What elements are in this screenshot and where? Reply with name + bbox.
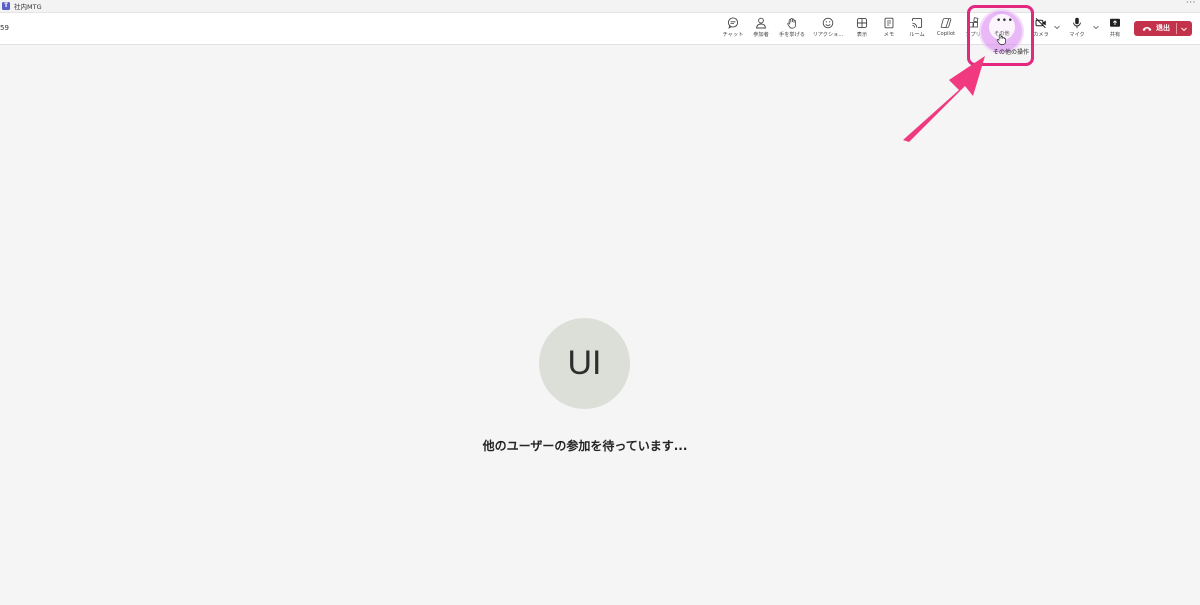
copilot-icon — [940, 18, 952, 28]
react-button[interactable]: リアクショ... — [810, 17, 846, 41]
smiley-icon — [822, 17, 834, 29]
people-label: 参加者 — [753, 32, 769, 38]
leave-button[interactable]: 退出 — [1134, 21, 1192, 36]
camera-button[interactable]: カメラ — [1032, 17, 1050, 41]
grid-view-icon — [856, 17, 868, 29]
camera-label: カメラ — [1033, 32, 1049, 38]
chat-button[interactable]: チャット — [721, 17, 745, 41]
camera-off-icon — [1035, 18, 1046, 29]
mic-label: マイク — [1069, 32, 1085, 38]
react-label: リアクショ... — [812, 32, 844, 38]
window-more-menu[interactable]: ··· — [1186, 0, 1196, 8]
share-button[interactable]: 共有 — [1106, 17, 1124, 41]
meeting-timer: 59 — [0, 24, 9, 32]
view-button[interactable]: 表示 — [853, 17, 871, 41]
leave-options-chevron-icon[interactable] — [1180, 25, 1188, 33]
people-icon — [756, 17, 766, 29]
raise-hand-button[interactable]: 手を挙げる — [777, 17, 807, 41]
rooms-button[interactable]: ルーム — [906, 17, 928, 41]
leave-divider — [1176, 23, 1177, 34]
hang-up-phone-icon — [1142, 27, 1152, 31]
chat-icon — [727, 17, 739, 29]
view-label: 表示 — [856, 32, 868, 38]
copilot-button[interactable]: Copilot — [935, 17, 957, 41]
raise-hand-icon — [787, 18, 796, 29]
leave-label: 退出 — [1156, 24, 1170, 32]
notes-button[interactable]: メモ — [880, 17, 898, 41]
chat-label: チャット — [722, 32, 744, 38]
share-screen-icon — [1110, 18, 1120, 27]
rooms-label: ルーム — [909, 32, 925, 38]
copilot-label: Copilot — [936, 31, 956, 37]
raise-hand-label: 手を挙げる — [779, 32, 805, 38]
notes-icon — [884, 17, 894, 29]
waiting-message: 他のユーザーの参加を待っています... — [482, 439, 688, 453]
camera-options-chevron-icon[interactable] — [1053, 23, 1061, 31]
rooms-cast-icon — [911, 17, 923, 29]
teams-app-icon: T — [2, 2, 10, 10]
mic-button[interactable]: マイク — [1067, 17, 1087, 41]
microphone-icon — [1073, 17, 1081, 29]
annotation-arrow-icon — [903, 56, 985, 142]
people-button[interactable]: 参加者 — [751, 17, 771, 41]
mic-options-chevron-icon[interactable] — [1092, 23, 1100, 31]
share-label: 共有 — [1109, 32, 1121, 38]
window-title: 社内MTG — [14, 3, 42, 11]
avatar: UI — [539, 318, 630, 409]
notes-label: メモ — [883, 32, 895, 38]
